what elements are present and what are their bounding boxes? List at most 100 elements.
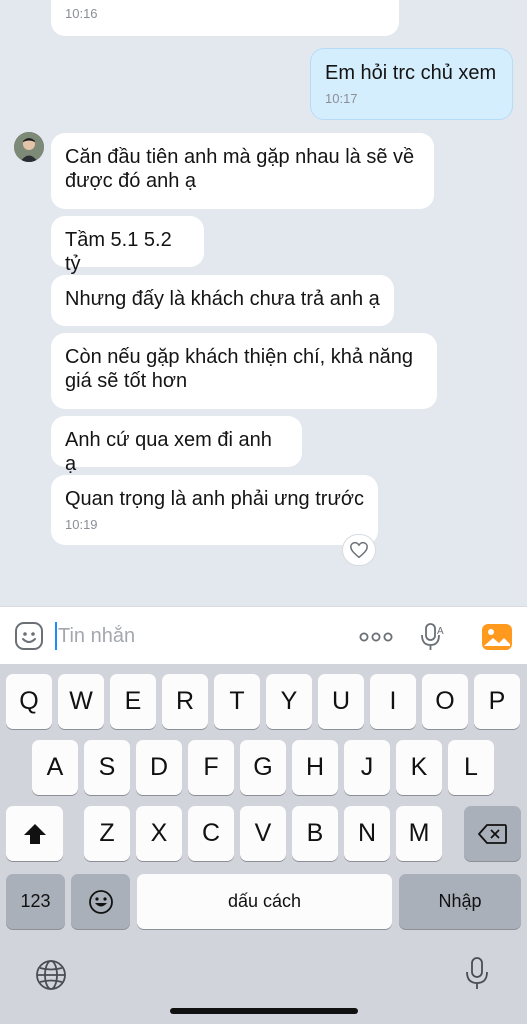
key-o[interactable]: O [422, 674, 468, 729]
key-p[interactable]: P [474, 674, 520, 729]
key-m[interactable]: M [396, 806, 442, 861]
key-label: L [464, 753, 478, 781]
contact-avatar[interactable] [14, 132, 44, 162]
key-n[interactable]: N [344, 806, 390, 861]
onscreen-keyboard: Q W E R T Y U I O P A S D F G H J K L Z … [0, 664, 527, 1024]
numbers-key[interactable]: 123 [6, 874, 65, 929]
key-b[interactable]: B [292, 806, 338, 861]
key-z[interactable]: Z [84, 806, 130, 861]
sticker-button[interactable] [14, 621, 44, 651]
message-bubble[interactable]: Tầm 5.1 5.2 tỷ [51, 216, 204, 275]
message-bubble[interactable]: Căn đầu tiên anh mà gặp nhau là sẽ về đư… [51, 133, 434, 209]
key-label: J [360, 753, 374, 781]
backspace-icon [477, 823, 507, 844]
key-label: N [357, 819, 377, 847]
key-r[interactable]: R [162, 674, 208, 729]
keyboard-switch-button[interactable] [34, 958, 68, 992]
key-d[interactable]: D [136, 740, 182, 795]
key-label: K [410, 753, 428, 781]
message-input-bar: A [0, 606, 527, 664]
message-text: Nhưng đấy là khách chưa trả anh ạ [65, 288, 380, 310]
key-label: A [46, 753, 64, 781]
reaction-button[interactable] [342, 534, 376, 566]
message-text: Em hỏi trc chủ xem [325, 62, 497, 84]
globe-icon [36, 960, 66, 990]
svg-text:A: A [437, 626, 444, 637]
key-label: D [149, 753, 169, 781]
emoji-face-icon [88, 889, 113, 914]
message-time: 10:16 [65, 6, 98, 21]
key-u[interactable]: U [318, 674, 364, 729]
key-label: G [253, 753, 273, 781]
avatar-photo-icon [14, 132, 44, 162]
key-e[interactable]: E [110, 674, 156, 729]
key-l[interactable]: L [448, 740, 494, 795]
message-time: 10:19 [65, 517, 98, 532]
message-bubble[interactable]: Nhưng đấy là khách chưa trả anh ạ [51, 275, 394, 326]
key-label: E [124, 687, 142, 715]
key-label: I [389, 687, 397, 715]
key-label: 123 [20, 891, 51, 911]
key-label: C [201, 819, 221, 847]
key-x[interactable]: X [136, 806, 182, 861]
key-a[interactable]: A [32, 740, 78, 795]
key-label: H [305, 753, 325, 781]
message-bubble[interactable]: Quan trọng là anh phải ưng trước 10:19 [51, 475, 378, 545]
key-label: W [69, 687, 93, 715]
key-label: M [408, 819, 430, 847]
text-caret [55, 622, 57, 650]
key-label: Y [280, 687, 298, 715]
shift-key[interactable] [6, 806, 63, 861]
more-options-button[interactable] [358, 627, 394, 647]
message-text: Tầm 5.1 5.2 tỷ [65, 229, 172, 275]
key-c[interactable]: C [188, 806, 234, 861]
sticker-face-icon [15, 622, 43, 650]
key-q[interactable]: Q [6, 674, 52, 729]
voice-to-text-button[interactable]: A [420, 621, 448, 653]
key-s[interactable]: S [84, 740, 130, 795]
key-j[interactable]: J [344, 740, 390, 795]
key-label: S [98, 753, 116, 781]
key-h[interactable]: H [292, 740, 338, 795]
key-label: X [150, 819, 168, 847]
image-gallery-icon [482, 624, 512, 650]
heart-icon [350, 541, 368, 559]
message-bubble[interactable]: Còn nếu gặp khách thiện chí, khả năng gi… [51, 333, 437, 409]
key-y[interactable]: Y [266, 674, 312, 729]
key-label: Q [19, 687, 39, 715]
backspace-key[interactable] [464, 806, 521, 861]
key-w[interactable]: W [58, 674, 104, 729]
chat-area[interactable]: 10:16 Em hỏi trc chủ xem 10:17 Căn đầu t… [0, 0, 527, 606]
message-bubble[interactable]: Anh cứ qua xem đi anh ạ [51, 416, 302, 475]
message-text: Còn nếu gặp khách thiện chí, khả năng gi… [65, 346, 414, 392]
voice-to-text-icon: A [421, 623, 444, 650]
dictation-button[interactable] [464, 956, 490, 992]
message-input[interactable] [58, 620, 338, 652]
key-f[interactable]: F [188, 740, 234, 795]
microphone-icon [466, 957, 488, 989]
key-v[interactable]: V [240, 806, 286, 861]
key-label: Z [99, 819, 115, 847]
key-t[interactable]: T [214, 674, 260, 729]
shift-arrow-icon [23, 823, 46, 844]
key-label: V [254, 819, 272, 847]
message-text: Quan trọng là anh phải ưng trước [65, 488, 364, 510]
key-i[interactable]: I [370, 674, 416, 729]
key-k[interactable]: K [396, 740, 442, 795]
key-label: R [175, 687, 195, 715]
key-label: F [203, 753, 219, 781]
key-label: T [229, 687, 245, 715]
emoji-keyboard-key[interactable] [71, 874, 130, 929]
message-text: Căn đầu tiên anh mà gặp nhau là sẽ về đư… [65, 146, 415, 192]
message-text: Anh cứ qua xem đi anh ạ [65, 429, 272, 475]
space-key[interactable]: dấu cách [137, 874, 392, 929]
outgoing-message-bubble[interactable]: Em hỏi trc chủ xem 10:17 [310, 48, 513, 120]
message-bubble[interactable]: 10:16 [51, 0, 399, 36]
key-label: U [331, 687, 351, 715]
return-key[interactable]: Nhập [399, 874, 521, 929]
more-dots-icon [359, 632, 393, 642]
home-indicator[interactable] [170, 1008, 358, 1014]
image-gallery-button[interactable] [481, 621, 513, 653]
key-g[interactable]: G [240, 740, 286, 795]
key-label: Nhập [438, 891, 482, 911]
